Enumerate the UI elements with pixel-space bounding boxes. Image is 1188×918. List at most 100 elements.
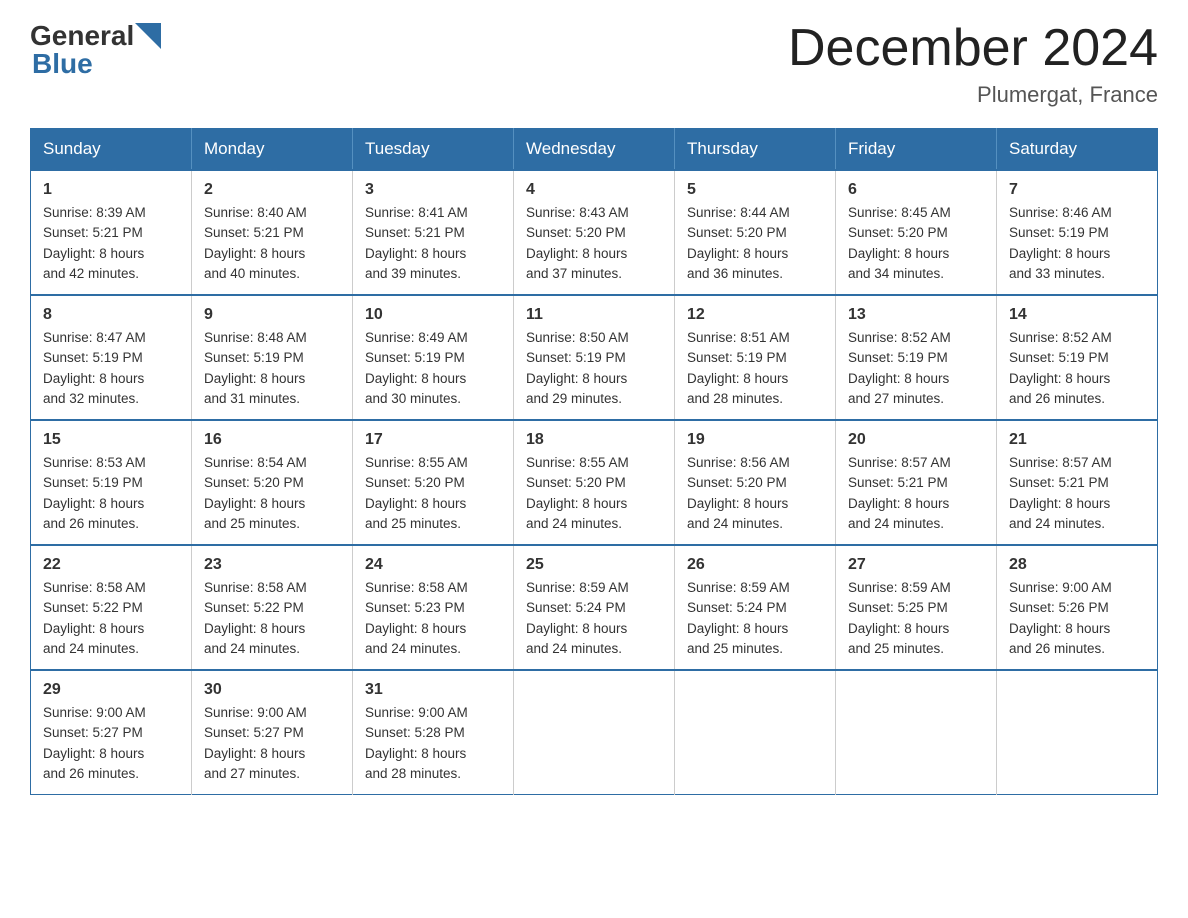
day-info: Sunrise: 8:52 AM Sunset: 5:19 PM Dayligh… xyxy=(848,328,984,409)
calendar-day-cell: 18 Sunrise: 8:55 AM Sunset: 5:20 PM Dayl… xyxy=(514,420,675,545)
day-info: Sunrise: 8:58 AM Sunset: 5:22 PM Dayligh… xyxy=(43,578,179,659)
calendar-day-cell: 25 Sunrise: 8:59 AM Sunset: 5:24 PM Dayl… xyxy=(514,545,675,670)
day-info: Sunrise: 8:52 AM Sunset: 5:19 PM Dayligh… xyxy=(1009,328,1145,409)
calendar-day-cell: 13 Sunrise: 8:52 AM Sunset: 5:19 PM Dayl… xyxy=(836,295,997,420)
col-thursday: Thursday xyxy=(675,129,836,171)
day-number: 2 xyxy=(204,181,340,199)
day-info: Sunrise: 9:00 AM Sunset: 5:26 PM Dayligh… xyxy=(1009,578,1145,659)
day-number: 5 xyxy=(687,181,823,199)
calendar-day-cell: 10 Sunrise: 8:49 AM Sunset: 5:19 PM Dayl… xyxy=(353,295,514,420)
month-year-title: December 2024 xyxy=(788,20,1158,77)
calendar-day-cell: 6 Sunrise: 8:45 AM Sunset: 5:20 PM Dayli… xyxy=(836,170,997,295)
day-number: 27 xyxy=(848,556,984,574)
calendar-day-cell: 9 Sunrise: 8:48 AM Sunset: 5:19 PM Dayli… xyxy=(192,295,353,420)
calendar-day-cell: 22 Sunrise: 8:58 AM Sunset: 5:22 PM Dayl… xyxy=(31,545,192,670)
calendar-day-cell: 8 Sunrise: 8:47 AM Sunset: 5:19 PM Dayli… xyxy=(31,295,192,420)
calendar-day-cell: 21 Sunrise: 8:57 AM Sunset: 5:21 PM Dayl… xyxy=(997,420,1158,545)
calendar-day-cell: 2 Sunrise: 8:40 AM Sunset: 5:21 PM Dayli… xyxy=(192,170,353,295)
day-number: 17 xyxy=(365,431,501,449)
day-info: Sunrise: 8:50 AM Sunset: 5:19 PM Dayligh… xyxy=(526,328,662,409)
day-number: 6 xyxy=(848,181,984,199)
day-info: Sunrise: 8:55 AM Sunset: 5:20 PM Dayligh… xyxy=(526,453,662,534)
calendar-day-cell xyxy=(675,670,836,795)
calendar-day-cell: 3 Sunrise: 8:41 AM Sunset: 5:21 PM Dayli… xyxy=(353,170,514,295)
calendar-day-cell: 23 Sunrise: 8:58 AM Sunset: 5:22 PM Dayl… xyxy=(192,545,353,670)
calendar-table: Sunday Monday Tuesday Wednesday Thursday… xyxy=(30,128,1158,795)
day-number: 3 xyxy=(365,181,501,199)
day-info: Sunrise: 8:58 AM Sunset: 5:22 PM Dayligh… xyxy=(204,578,340,659)
calendar-day-cell: 7 Sunrise: 8:46 AM Sunset: 5:19 PM Dayli… xyxy=(997,170,1158,295)
day-number: 30 xyxy=(204,681,340,699)
col-sunday: Sunday xyxy=(31,129,192,171)
calendar-day-cell: 19 Sunrise: 8:56 AM Sunset: 5:20 PM Dayl… xyxy=(675,420,836,545)
day-info: Sunrise: 8:58 AM Sunset: 5:23 PM Dayligh… xyxy=(365,578,501,659)
calendar-day-cell: 14 Sunrise: 8:52 AM Sunset: 5:19 PM Dayl… xyxy=(997,295,1158,420)
day-info: Sunrise: 8:54 AM Sunset: 5:20 PM Dayligh… xyxy=(204,453,340,534)
day-number: 4 xyxy=(526,181,662,199)
calendar-week-row: 29 Sunrise: 9:00 AM Sunset: 5:27 PM Dayl… xyxy=(31,670,1158,795)
calendar-week-row: 8 Sunrise: 8:47 AM Sunset: 5:19 PM Dayli… xyxy=(31,295,1158,420)
day-number: 1 xyxy=(43,181,179,199)
day-number: 16 xyxy=(204,431,340,449)
calendar-week-row: 1 Sunrise: 8:39 AM Sunset: 5:21 PM Dayli… xyxy=(31,170,1158,295)
calendar-day-cell: 31 Sunrise: 9:00 AM Sunset: 5:28 PM Dayl… xyxy=(353,670,514,795)
calendar-day-cell: 11 Sunrise: 8:50 AM Sunset: 5:19 PM Dayl… xyxy=(514,295,675,420)
day-number: 7 xyxy=(1009,181,1145,199)
day-number: 13 xyxy=(848,306,984,324)
day-number: 9 xyxy=(204,306,340,324)
logo: General Blue xyxy=(30,20,162,80)
day-info: Sunrise: 8:39 AM Sunset: 5:21 PM Dayligh… xyxy=(43,203,179,284)
calendar-day-cell: 28 Sunrise: 9:00 AM Sunset: 5:26 PM Dayl… xyxy=(997,545,1158,670)
day-number: 31 xyxy=(365,681,501,699)
day-info: Sunrise: 8:57 AM Sunset: 5:21 PM Dayligh… xyxy=(1009,453,1145,534)
calendar-day-cell: 1 Sunrise: 8:39 AM Sunset: 5:21 PM Dayli… xyxy=(31,170,192,295)
calendar-day-cell xyxy=(514,670,675,795)
calendar-day-cell: 16 Sunrise: 8:54 AM Sunset: 5:20 PM Dayl… xyxy=(192,420,353,545)
calendar-week-row: 15 Sunrise: 8:53 AM Sunset: 5:19 PM Dayl… xyxy=(31,420,1158,545)
day-info: Sunrise: 8:40 AM Sunset: 5:21 PM Dayligh… xyxy=(204,203,340,284)
location-subtitle: Plumergat, France xyxy=(788,82,1158,108)
title-section: December 2024 Plumergat, France xyxy=(788,20,1158,108)
day-number: 14 xyxy=(1009,306,1145,324)
col-friday: Friday xyxy=(836,129,997,171)
day-info: Sunrise: 8:55 AM Sunset: 5:20 PM Dayligh… xyxy=(365,453,501,534)
day-info: Sunrise: 8:49 AM Sunset: 5:19 PM Dayligh… xyxy=(365,328,501,409)
calendar-header-row: Sunday Monday Tuesday Wednesday Thursday… xyxy=(31,129,1158,171)
calendar-day-cell: 29 Sunrise: 9:00 AM Sunset: 5:27 PM Dayl… xyxy=(31,670,192,795)
day-info: Sunrise: 8:59 AM Sunset: 5:24 PM Dayligh… xyxy=(687,578,823,659)
calendar-day-cell: 24 Sunrise: 8:58 AM Sunset: 5:23 PM Dayl… xyxy=(353,545,514,670)
day-info: Sunrise: 8:59 AM Sunset: 5:25 PM Dayligh… xyxy=(848,578,984,659)
day-number: 15 xyxy=(43,431,179,449)
calendar-day-cell: 5 Sunrise: 8:44 AM Sunset: 5:20 PM Dayli… xyxy=(675,170,836,295)
calendar-day-cell: 26 Sunrise: 8:59 AM Sunset: 5:24 PM Dayl… xyxy=(675,545,836,670)
day-number: 11 xyxy=(526,306,662,324)
day-number: 25 xyxy=(526,556,662,574)
day-info: Sunrise: 8:46 AM Sunset: 5:19 PM Dayligh… xyxy=(1009,203,1145,284)
day-number: 8 xyxy=(43,306,179,324)
day-info: Sunrise: 8:59 AM Sunset: 5:24 PM Dayligh… xyxy=(526,578,662,659)
day-number: 10 xyxy=(365,306,501,324)
calendar-day-cell: 20 Sunrise: 8:57 AM Sunset: 5:21 PM Dayl… xyxy=(836,420,997,545)
day-number: 19 xyxy=(687,431,823,449)
day-info: Sunrise: 9:00 AM Sunset: 5:28 PM Dayligh… xyxy=(365,703,501,784)
day-info: Sunrise: 8:56 AM Sunset: 5:20 PM Dayligh… xyxy=(687,453,823,534)
day-info: Sunrise: 8:53 AM Sunset: 5:19 PM Dayligh… xyxy=(43,453,179,534)
logo-blue: Blue xyxy=(32,48,93,79)
logo-arrow-icon xyxy=(135,23,161,49)
calendar-day-cell: 15 Sunrise: 8:53 AM Sunset: 5:19 PM Dayl… xyxy=(31,420,192,545)
day-info: Sunrise: 8:41 AM Sunset: 5:21 PM Dayligh… xyxy=(365,203,501,284)
col-wednesday: Wednesday xyxy=(514,129,675,171)
day-info: Sunrise: 8:47 AM Sunset: 5:19 PM Dayligh… xyxy=(43,328,179,409)
day-number: 20 xyxy=(848,431,984,449)
day-info: Sunrise: 8:45 AM Sunset: 5:20 PM Dayligh… xyxy=(848,203,984,284)
day-number: 18 xyxy=(526,431,662,449)
calendar-day-cell: 30 Sunrise: 9:00 AM Sunset: 5:27 PM Dayl… xyxy=(192,670,353,795)
header: General Blue December 2024 Plumergat, Fr… xyxy=(30,20,1158,108)
day-info: Sunrise: 9:00 AM Sunset: 5:27 PM Dayligh… xyxy=(204,703,340,784)
day-info: Sunrise: 9:00 AM Sunset: 5:27 PM Dayligh… xyxy=(43,703,179,784)
calendar-week-row: 22 Sunrise: 8:58 AM Sunset: 5:22 PM Dayl… xyxy=(31,545,1158,670)
day-info: Sunrise: 8:44 AM Sunset: 5:20 PM Dayligh… xyxy=(687,203,823,284)
calendar-day-cell: 27 Sunrise: 8:59 AM Sunset: 5:25 PM Dayl… xyxy=(836,545,997,670)
day-number: 12 xyxy=(687,306,823,324)
day-number: 26 xyxy=(687,556,823,574)
